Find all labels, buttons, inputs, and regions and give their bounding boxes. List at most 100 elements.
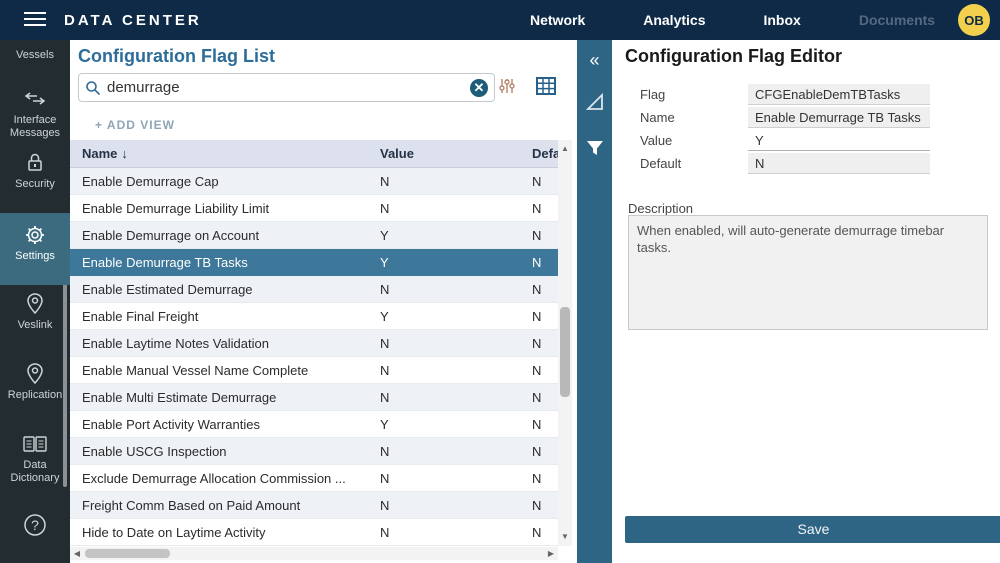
vertical-scrollbar[interactable]: ▲ ▼ [558,140,572,546]
table-row[interactable]: Freight Comm Based on Paid AmountNN [70,492,558,519]
table-row[interactable]: Enable Port Activity WarrantiesYN [70,411,558,438]
add-view-button[interactable]: + ADD VIEW [95,118,175,132]
filter-settings-icon[interactable] [498,77,518,97]
table-row[interactable]: Enable Manual Vessel Name CompleteNN [70,357,558,384]
field-row: DefaultN [640,152,970,175]
sidebar-item-label: Interface Messages [0,114,70,140]
field-row: FlagCFGEnableDemTBTasks [640,83,970,106]
scroll-down-icon[interactable]: ▼ [558,530,572,544]
cell-value: Y [380,417,480,432]
scroll-left-icon[interactable]: ◀ [70,547,84,560]
nav-inbox[interactable]: Inbox [763,12,800,28]
svg-text:?: ? [31,517,39,533]
editor-title: Configuration Flag Editor [625,46,842,67]
cell-name: Enable Final Freight [82,309,372,324]
sidebar-item-help[interactable]: ? [0,512,70,552]
sidebar-item-label: Settings [0,250,70,263]
nav-documents[interactable]: Documents [859,12,935,28]
search-box: ✕ [78,73,495,102]
cell-default: N [532,471,554,486]
field-row: NameEnable Demurrage TB Tasks [640,106,970,129]
sidebar-item-data-dictionary[interactable]: Data Dictionary [0,431,70,489]
sidebar-item-label: Security [0,178,70,191]
horizontal-scrollbar[interactable]: ◀ ▶ [70,547,558,560]
config-flag-editor-panel: Configuration Flag Editor FlagCFGEnableD… [612,40,1000,563]
table-row[interactable]: Enable Demurrage TB Tasks Y N [70,249,558,276]
field-label: Flag [640,87,748,102]
horizontal-scrollbar-thumb[interactable] [85,549,170,558]
clear-search-icon[interactable]: ✕ [470,79,488,97]
table-row[interactable]: Exclude Demurrage Allocation Commission … [70,465,558,492]
topbar: DATA CENTER NetworkAnalyticsInboxDocumen… [0,0,1000,40]
sidebar-item-vessels[interactable]: Vessels [0,45,70,65]
table-body: Enable Demurrage CapNNEnable Demurrage L… [70,168,558,546]
column-header-value[interactable]: Value [380,146,520,161]
save-button[interactable]: Save [625,516,1000,543]
select-triangle-icon[interactable] [577,92,612,117]
field-row: ValueY [640,129,970,152]
default-field[interactable]: N [748,153,930,174]
cell-value: N [380,525,480,540]
cell-default: N [532,525,554,540]
cell-value: Y [380,255,480,270]
table-header: Name↓ Value Default [70,140,558,168]
filter-icon[interactable] [577,139,612,162]
cell-name: Exclude Demurrage Allocation Commission … [82,471,372,486]
page-title: Configuration Flag List [78,46,275,67]
cell-default: N [532,201,554,216]
cell-default: N [532,174,554,189]
map-pin-icon [0,291,70,315]
cell-default: N [532,444,554,459]
table-row[interactable]: Enable USCG InspectionNN [70,438,558,465]
cell-value: N [380,498,480,513]
sidebar-item-replication[interactable]: Replication [0,361,70,415]
table-row[interactable]: Enable Laytime Notes ValidationNN [70,330,558,357]
sidebar-item-veslink[interactable]: Veslink [0,291,70,345]
column-header-default[interactable]: Default [532,146,558,161]
gear-icon [0,222,70,246]
table-row[interactable]: Enable Multi Estimate DemurrageNN [70,384,558,411]
sidebar-item-interface-messages[interactable]: Interface Messages [0,86,70,138]
grid-view-icon[interactable] [536,77,556,97]
cell-name: Hide to Date on Laytime Activity [82,525,372,540]
cell-name: Enable Demurrage Liability Limit [82,201,372,216]
field-label: Value [640,133,748,148]
collapse-panel-icon[interactable]: « [577,50,612,70]
map-pin-icon [0,361,70,385]
nav-network[interactable]: Network [530,12,585,28]
description-field[interactable]: When enabled, will auto-generate demurra… [628,215,988,330]
search-input[interactable] [107,79,470,96]
description-label: Description [628,201,693,216]
cell-name: Enable Manual Vessel Name Complete [82,363,372,378]
cell-default: N [532,255,554,270]
menu-icon[interactable] [24,12,46,28]
column-header-name[interactable]: Name↓ [82,146,372,161]
value-field[interactable]: Y [748,130,930,151]
cell-name: Enable Demurrage TB Tasks [82,255,372,270]
vertical-scrollbar-thumb[interactable] [560,307,570,397]
sidebar-item-label: Veslink [0,319,70,332]
cell-name: Enable Port Activity Warranties [82,417,372,432]
scroll-right-icon[interactable]: ▶ [544,547,558,560]
table-row[interactable]: Enable Final FreightYN [70,303,558,330]
sidebar-item-security[interactable]: Security [0,150,70,198]
transfer-arrows-icon [0,86,70,110]
table-row[interactable]: Hide to Date on Laytime Activity N N [70,519,558,546]
cell-name: Enable Demurrage Cap [82,174,372,189]
table-row[interactable]: Enable Demurrage Liability LimitNN [70,195,558,222]
scroll-up-icon[interactable]: ▲ [558,142,572,156]
table-row[interactable]: Enable Demurrage on AccountYN [70,222,558,249]
cell-name: Freight Comm Based on Paid Amount [82,498,372,513]
flag-field[interactable]: CFGEnableDemTBTasks [748,84,930,105]
nav-analytics[interactable]: Analytics [643,12,705,28]
editor-tool-strip: « [577,40,612,563]
cell-default: N [532,363,554,378]
cell-value: Y [380,309,480,324]
avatar[interactable]: OB [958,4,990,36]
table-row[interactable]: Enable Estimated DemurrageNN [70,276,558,303]
name-field[interactable]: Enable Demurrage TB Tasks [748,107,930,128]
sidebar-item-settings[interactable]: Settings [0,213,70,285]
field-label: Default [640,156,748,171]
table-row[interactable]: Enable Demurrage CapNN [70,168,558,195]
cell-value: Y [380,228,480,243]
